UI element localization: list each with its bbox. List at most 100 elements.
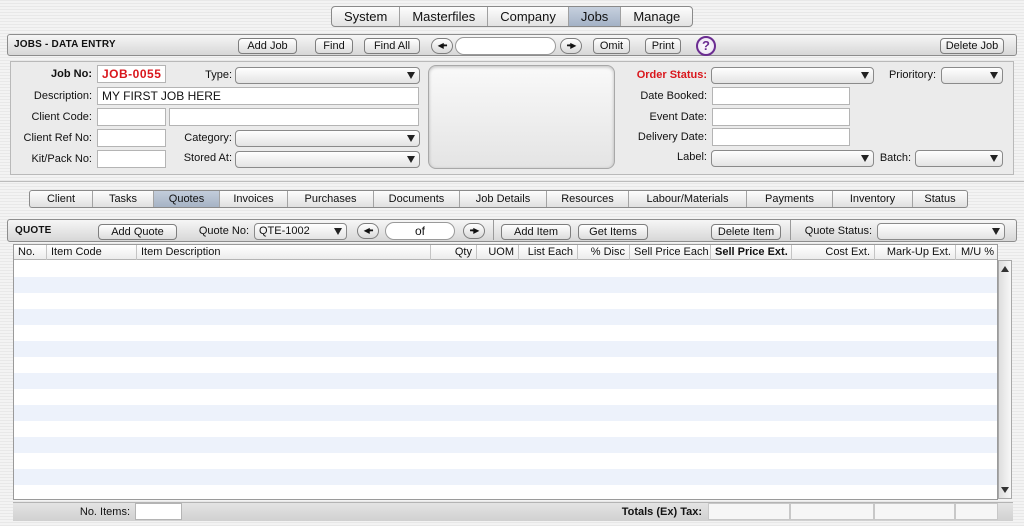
quote-of-field[interactable]: of: [385, 222, 455, 240]
delivery-date-field[interactable]: [712, 128, 850, 146]
find-button[interactable]: Find: [315, 38, 353, 54]
get-items-button[interactable]: Get Items: [578, 224, 648, 240]
chevron-down-icon: [334, 228, 342, 235]
total-mu-percent: [955, 503, 998, 520]
table-scrollbar[interactable]: [998, 260, 1012, 499]
category-select[interactable]: [235, 130, 420, 147]
print-button[interactable]: Print: [645, 38, 681, 54]
col-qty[interactable]: Qty: [431, 245, 477, 260]
client-ref-field[interactable]: [97, 129, 166, 147]
scroll-down-icon[interactable]: [1001, 487, 1009, 493]
top-menu: System Masterfiles Company Jobs Manage: [331, 6, 694, 27]
tab-invoices[interactable]: Invoices: [220, 191, 288, 207]
tab-inventory[interactable]: Inventory: [833, 191, 913, 207]
job-tabs: Client Tasks Quotes Invoices Purchases D…: [29, 190, 968, 208]
toolbar-separator: [790, 220, 791, 240]
section-divider: [0, 181, 1024, 182]
col-disc[interactable]: % Disc: [578, 245, 630, 260]
description-field[interactable]: MY FIRST JOB HERE: [97, 87, 419, 105]
menu-manage[interactable]: Manage: [621, 7, 692, 26]
client-code-field[interactable]: [97, 108, 166, 126]
total-markup-ext: [874, 503, 955, 520]
next-quote-icon[interactable]: ••▶: [463, 223, 485, 239]
totals-label: Totals (Ex) Tax:: [621, 506, 702, 518]
batch-label: Batch:: [879, 152, 911, 164]
kit-pack-field[interactable]: [97, 150, 166, 168]
col-markup-ext[interactable]: Mark-Up Ext.: [875, 245, 956, 260]
type-select[interactable]: [235, 67, 420, 84]
prev-quote-icon[interactable]: ◀••: [357, 223, 379, 239]
quote-status-select[interactable]: [877, 223, 1005, 240]
tab-quotes[interactable]: Quotes: [154, 191, 220, 207]
chevron-down-icon: [407, 156, 415, 163]
order-status-label: Order Status:: [636, 69, 707, 81]
tab-purchases[interactable]: Purchases: [288, 191, 374, 207]
kit-pack-label: Kit/Pack No:: [31, 153, 92, 165]
tab-job-details[interactable]: Job Details: [460, 191, 547, 207]
next-record-icon[interactable]: ••▶: [560, 38, 582, 54]
col-sell-price-ext[interactable]: Sell Price Ext.: [711, 245, 792, 260]
stored-at-label: Stored At:: [183, 152, 232, 164]
panel-title: JOBS - DATA ENTRY: [14, 39, 116, 50]
record-search-input[interactable]: [455, 37, 556, 55]
chevron-down-icon: [990, 72, 998, 79]
date-booked-field[interactable]: [712, 87, 850, 105]
col-cost-ext[interactable]: Cost Ext.: [792, 245, 875, 260]
col-item-code[interactable]: Item Code: [47, 245, 137, 260]
batch-select[interactable]: [915, 150, 1003, 167]
total-cost-ext: [790, 503, 874, 520]
chevron-down-icon: [407, 135, 415, 142]
scroll-up-icon[interactable]: [1001, 266, 1009, 272]
total-sell-price-ext: [708, 503, 790, 520]
label-label: Label:: [677, 151, 707, 163]
omit-button[interactable]: Omit: [593, 38, 630, 54]
col-item-description[interactable]: Item Description: [137, 245, 431, 260]
table-header: No. Item Code Item Description Qty UOM L…: [14, 245, 997, 260]
tab-documents[interactable]: Documents: [374, 191, 460, 207]
event-date-field[interactable]: [712, 108, 850, 126]
event-date-label: Event Date:: [649, 111, 707, 123]
col-uom[interactable]: UOM: [477, 245, 519, 260]
chevron-down-icon: [990, 155, 998, 162]
col-mu-percent[interactable]: M/U %: [956, 245, 997, 260]
delete-job-button[interactable]: Delete Job: [940, 38, 1004, 54]
client-name-field[interactable]: [169, 108, 419, 126]
order-status-select[interactable]: [711, 67, 874, 84]
job-image-box[interactable]: [428, 65, 615, 169]
col-sell-price-each[interactable]: Sell Price Each: [630, 245, 711, 260]
client-code-label: Client Code:: [31, 111, 92, 123]
quote-no-select-value: QTE-1002: [259, 225, 310, 237]
menu-masterfiles[interactable]: Masterfiles: [400, 7, 489, 26]
table-rows[interactable]: [14, 261, 997, 499]
quote-no-label: Quote No:: [198, 225, 249, 237]
category-label: Category:: [184, 132, 232, 144]
tab-labour-materials[interactable]: Labour/Materials: [629, 191, 747, 207]
prev-record-icon[interactable]: ◀••: [431, 38, 453, 54]
chevron-down-icon: [861, 72, 869, 79]
no-items-field: [135, 503, 182, 520]
type-label: Type:: [205, 69, 232, 81]
job-no-field[interactable]: JOB-0055: [97, 65, 166, 83]
quote-no-select[interactable]: QTE-1002: [254, 223, 347, 240]
tab-tasks[interactable]: Tasks: [93, 191, 154, 207]
delivery-date-label: Delivery Date:: [637, 131, 707, 143]
find-all-button[interactable]: Find All: [364, 38, 420, 54]
menu-company[interactable]: Company: [488, 7, 569, 26]
tab-status[interactable]: Status: [913, 191, 967, 207]
tab-client[interactable]: Client: [30, 191, 93, 207]
menu-system[interactable]: System: [332, 7, 401, 26]
stored-at-select[interactable]: [235, 151, 420, 168]
col-no[interactable]: No.: [14, 245, 47, 260]
tab-payments[interactable]: Payments: [747, 191, 833, 207]
menu-jobs[interactable]: Jobs: [568, 7, 622, 26]
col-list-each[interactable]: List Each: [519, 245, 578, 260]
priority-select[interactable]: [941, 67, 1003, 84]
delete-item-button[interactable]: Delete Item: [711, 224, 781, 240]
add-item-button[interactable]: Add Item: [501, 224, 571, 240]
add-job-button[interactable]: Add Job: [238, 38, 297, 54]
help-icon[interactable]: ?: [696, 36, 716, 56]
tab-resources[interactable]: Resources: [547, 191, 629, 207]
quote-title: QUOTE: [15, 225, 52, 236]
label-select[interactable]: [711, 150, 874, 167]
add-quote-button[interactable]: Add Quote: [98, 224, 177, 240]
